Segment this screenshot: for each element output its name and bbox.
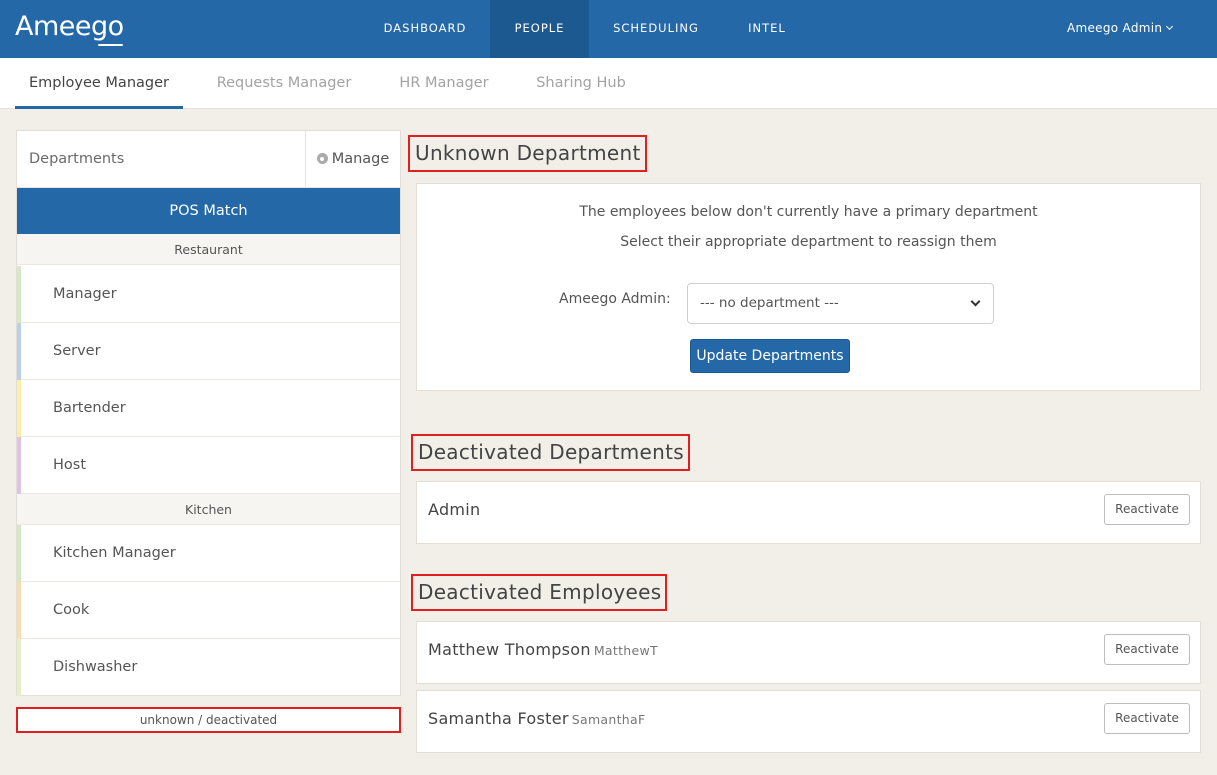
nav-people[interactable]: PEOPLE	[490, 0, 589, 58]
logo-underline-decoration	[98, 44, 123, 46]
nav-intel[interactable]: INTEL	[723, 0, 811, 58]
sidebar-item-dishwasher[interactable]: Dishwasher	[17, 639, 400, 696]
department-color-bar	[17, 582, 21, 639]
department-color-bar	[17, 323, 21, 380]
departments-sidebar: Departments Manage POS Match Restaurant …	[16, 130, 401, 696]
sidebar-item-cook[interactable]: Cook	[17, 582, 400, 639]
unknown-department-message-2: Select their appropriate department to r…	[620, 234, 997, 250]
sidebar-item-label: Manager	[53, 286, 117, 302]
deactivated-departments-title: Deactivated Departments	[411, 434, 690, 471]
sidebar-item-kitchen-manager[interactable]: Kitchen Manager	[17, 525, 400, 582]
sidebar-item-label: Server	[53, 343, 101, 359]
deactivated-employee-row: Samantha Foster SamanthaF Reactivate	[416, 690, 1201, 753]
tab-sharing-hub[interactable]: Sharing Hub	[520, 58, 642, 109]
deactivated-department-name: Admin	[428, 500, 481, 519]
manage-label: Manage	[331, 151, 390, 167]
manage-button[interactable]: Manage	[305, 131, 400, 188]
department-color-bar	[17, 437, 21, 494]
deactivated-employee-name: Matthew Thompson MatthewT	[428, 640, 658, 659]
deactivated-department-row: Admin Reactivate	[416, 481, 1201, 544]
sidebar-item-manager[interactable]: Manager	[17, 266, 400, 323]
employee-username: SamanthaF	[571, 712, 646, 727]
app-logo[interactable]: Ameego	[15, 11, 124, 42]
sidebar-item-label: Host	[53, 457, 87, 473]
sidebar-item-label: Kitchen Manager	[53, 545, 176, 561]
department-select[interactable]: --- no department ---	[687, 283, 994, 324]
department-color-bar	[17, 380, 21, 437]
sidebar-item-host[interactable]: Host	[17, 437, 400, 494]
deactivated-employee-name: Samantha Foster SamanthaF	[428, 709, 645, 728]
sidebar-item-label: Cook	[53, 602, 90, 618]
tab-employee-manager[interactable]: Employee Manager	[15, 58, 183, 109]
unknown-department-message-1: The employees below don't currently have…	[579, 204, 1038, 220]
departments-title: Departments	[29, 151, 125, 167]
employee-full-name: Matthew Thompson	[428, 640, 591, 659]
reactivate-employee-button[interactable]: Reactivate	[1104, 703, 1190, 734]
group-label-restaurant: Restaurant	[17, 234, 400, 265]
nav-scheduling[interactable]: SCHEDULING	[589, 0, 723, 58]
employee-username: MatthewT	[593, 643, 658, 658]
pos-match-button[interactable]: POS Match	[17, 188, 400, 234]
chevron-down-icon	[970, 296, 981, 307]
deactivated-employees-title: Deactivated Employees	[411, 574, 668, 611]
user-menu[interactable]: Ameego Admin	[1067, 0, 1174, 58]
departments-header: Departments Manage	[17, 131, 400, 188]
sidebar-item-label: Dishwasher	[53, 659, 138, 675]
tab-hr-manager[interactable]: HR Manager	[383, 58, 505, 109]
update-departments-button[interactable]: Update Departments	[690, 339, 850, 373]
department-color-bar	[17, 525, 21, 582]
nav-dashboard[interactable]: DASHBOARD	[360, 0, 490, 58]
group-label-kitchen: Kitchen	[17, 494, 400, 525]
unknown-department-title: Unknown Department	[408, 135, 647, 172]
chevron-down-icon	[1166, 22, 1174, 31]
department-select-value: --- no department ---	[700, 295, 839, 311]
sub-tabs: Employee Manager Requests Manager HR Man…	[0, 58, 1217, 109]
employee-assign-label: Ameego Admin:	[559, 291, 671, 307]
tab-requests-manager[interactable]: Requests Manager	[200, 58, 368, 109]
sidebar-item-bartender[interactable]: Bartender	[17, 380, 400, 437]
user-menu-label: Ameego Admin	[1067, 21, 1163, 35]
employee-full-name: Samantha Foster	[428, 709, 569, 728]
top-nav-bar: Ameego DASHBOARD PEOPLE SCHEDULING INTEL…	[0, 0, 1217, 58]
reactivate-department-button[interactable]: Reactivate	[1104, 494, 1190, 525]
unknown-deactivated-link[interactable]: unknown / deactivated	[16, 707, 401, 733]
reactivate-employee-button[interactable]: Reactivate	[1104, 634, 1190, 665]
deactivated-employee-row: Matthew Thompson MatthewT Reactivate	[416, 621, 1201, 684]
gear-icon	[316, 153, 328, 164]
department-color-bar	[17, 639, 21, 696]
department-color-bar	[17, 266, 21, 323]
sidebar-item-label: Bartender	[53, 400, 126, 416]
sidebar-item-server[interactable]: Server	[17, 323, 400, 380]
